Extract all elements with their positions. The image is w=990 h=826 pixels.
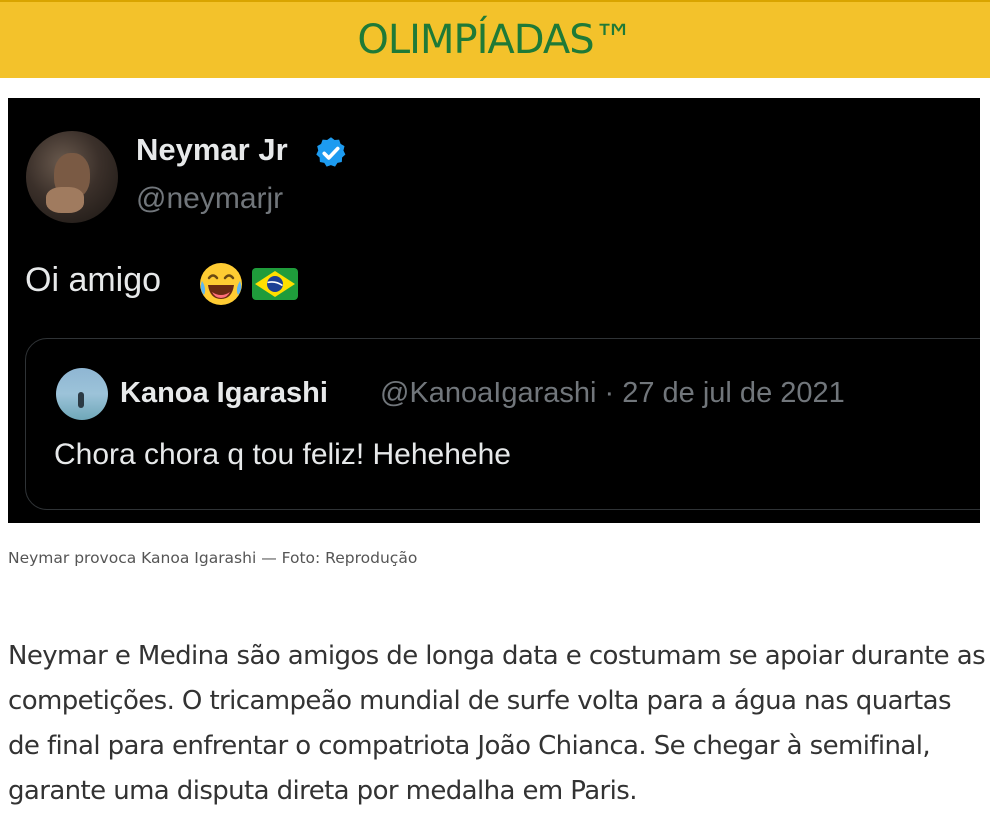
- verified-badge-icon: [316, 137, 346, 167]
- quoted-author-avatar: [56, 368, 108, 420]
- tweet-text: Oi amigo: [25, 261, 162, 299]
- embedded-tweet-image: Neymar Jr @neymarjr Oi amigo Kanoa Igara…: [8, 98, 980, 523]
- tweet-author-handle: @neymarjr: [136, 182, 284, 215]
- section-header: OLIMPÍADAS™: [0, 0, 990, 78]
- laughing-emoji-icon: [200, 263, 242, 305]
- quoted-tweet-card: [25, 338, 980, 510]
- tweet-author-name: Neymar Jr: [136, 132, 288, 167]
- author-avatar: [26, 131, 118, 223]
- section-title[interactable]: OLIMPÍADAS™: [357, 17, 633, 63]
- quoted-tweet-text: Chora chora q tou feliz! Hehehehe: [54, 438, 511, 471]
- article-paragraph: Neymar e Medina são amigos de longa data…: [8, 641, 986, 806]
- image-caption: Neymar provoca Kanoa Igarashi — Foto: Re…: [8, 549, 418, 567]
- quoted-author-handle-date: @KanoaIgarashi · 27 de jul de 2021: [380, 377, 845, 409]
- brazil-flag-icon: [252, 268, 298, 300]
- quoted-author-name: Kanoa Igarashi: [120, 377, 328, 409]
